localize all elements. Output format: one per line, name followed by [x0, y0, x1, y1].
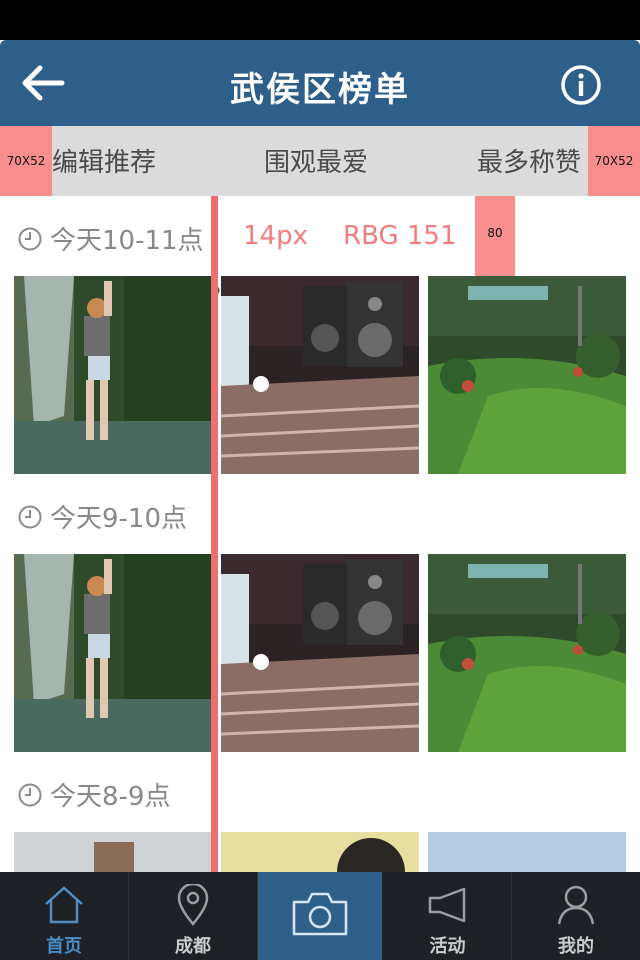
tabbar-label: 我的: [558, 936, 594, 957]
section-time-label: 今天9-10点: [18, 498, 187, 535]
category-tabs: 70X52 编辑推荐 围观最爱 最多称赞 70X52: [0, 126, 640, 196]
section-time-text: 今天8-9点: [50, 782, 171, 812]
annotation-box-left: 70X52: [0, 126, 52, 196]
location-pin-icon: [177, 884, 209, 926]
photo-waterfall[interactable]: [14, 276, 212, 474]
photo-feed[interactable]: 今天10-11点 14px RBG 151 80 今天9-10点 今天8-9点: [0, 196, 640, 872]
user-icon: [557, 885, 595, 925]
clock-icon: [18, 505, 42, 528]
section-time-text: 今天10-11点: [50, 226, 204, 256]
photo-partial[interactable]: [428, 832, 626, 872]
info-icon[interactable]: [560, 64, 602, 106]
tabbar-label: 成都: [175, 936, 211, 957]
photo-studio-mixer[interactable]: [221, 276, 419, 474]
megaphone-icon: [428, 887, 465, 923]
annotation-box-right: 70X52: [588, 126, 640, 196]
top-nav-bar: 武侯区榜单: [0, 40, 640, 126]
tabbar-label: 活动: [429, 936, 466, 957]
camera-button[interactable]: [258, 872, 382, 960]
tabbar-item-city[interactable]: 成都: [129, 872, 258, 960]
tabbar-item-me[interactable]: 我的: [512, 872, 640, 960]
clock-icon: [18, 783, 42, 806]
section-time-label: 今天8-9点: [18, 776, 170, 813]
section-time-label: 今天10-11点: [18, 220, 204, 257]
tab-most-liked[interactable]: 最多称赞: [477, 142, 581, 179]
photo-garden[interactable]: [428, 554, 626, 752]
photo-studio-mixer[interactable]: [221, 554, 419, 752]
photo-partial[interactable]: [221, 832, 419, 872]
section-time-text: 今天9-10点: [50, 504, 188, 534]
annotation-color: RBG 151: [343, 221, 457, 251]
tab-editor-picks[interactable]: 编辑推荐: [52, 142, 156, 179]
photo-partial[interactable]: [14, 832, 212, 872]
clock-icon: [18, 227, 42, 250]
tab-most-watched[interactable]: 围观最爱: [264, 142, 368, 179]
annotation-box-80: 80: [475, 196, 515, 276]
status-bar: [0, 0, 640, 40]
photo-garden[interactable]: [428, 276, 626, 474]
tabbar-item-events[interactable]: 活动: [384, 872, 512, 960]
annotation-font-size: 14px: [243, 221, 308, 251]
camera-icon: [292, 892, 348, 936]
home-icon: [45, 886, 83, 924]
page-title: 武侯区榜单: [230, 70, 410, 110]
photo-waterfall[interactable]: [14, 554, 212, 752]
tabbar-item-home[interactable]: 首页: [0, 872, 129, 960]
tabbar-label: 首页: [46, 936, 82, 957]
annotation-guide-line: [211, 196, 218, 872]
